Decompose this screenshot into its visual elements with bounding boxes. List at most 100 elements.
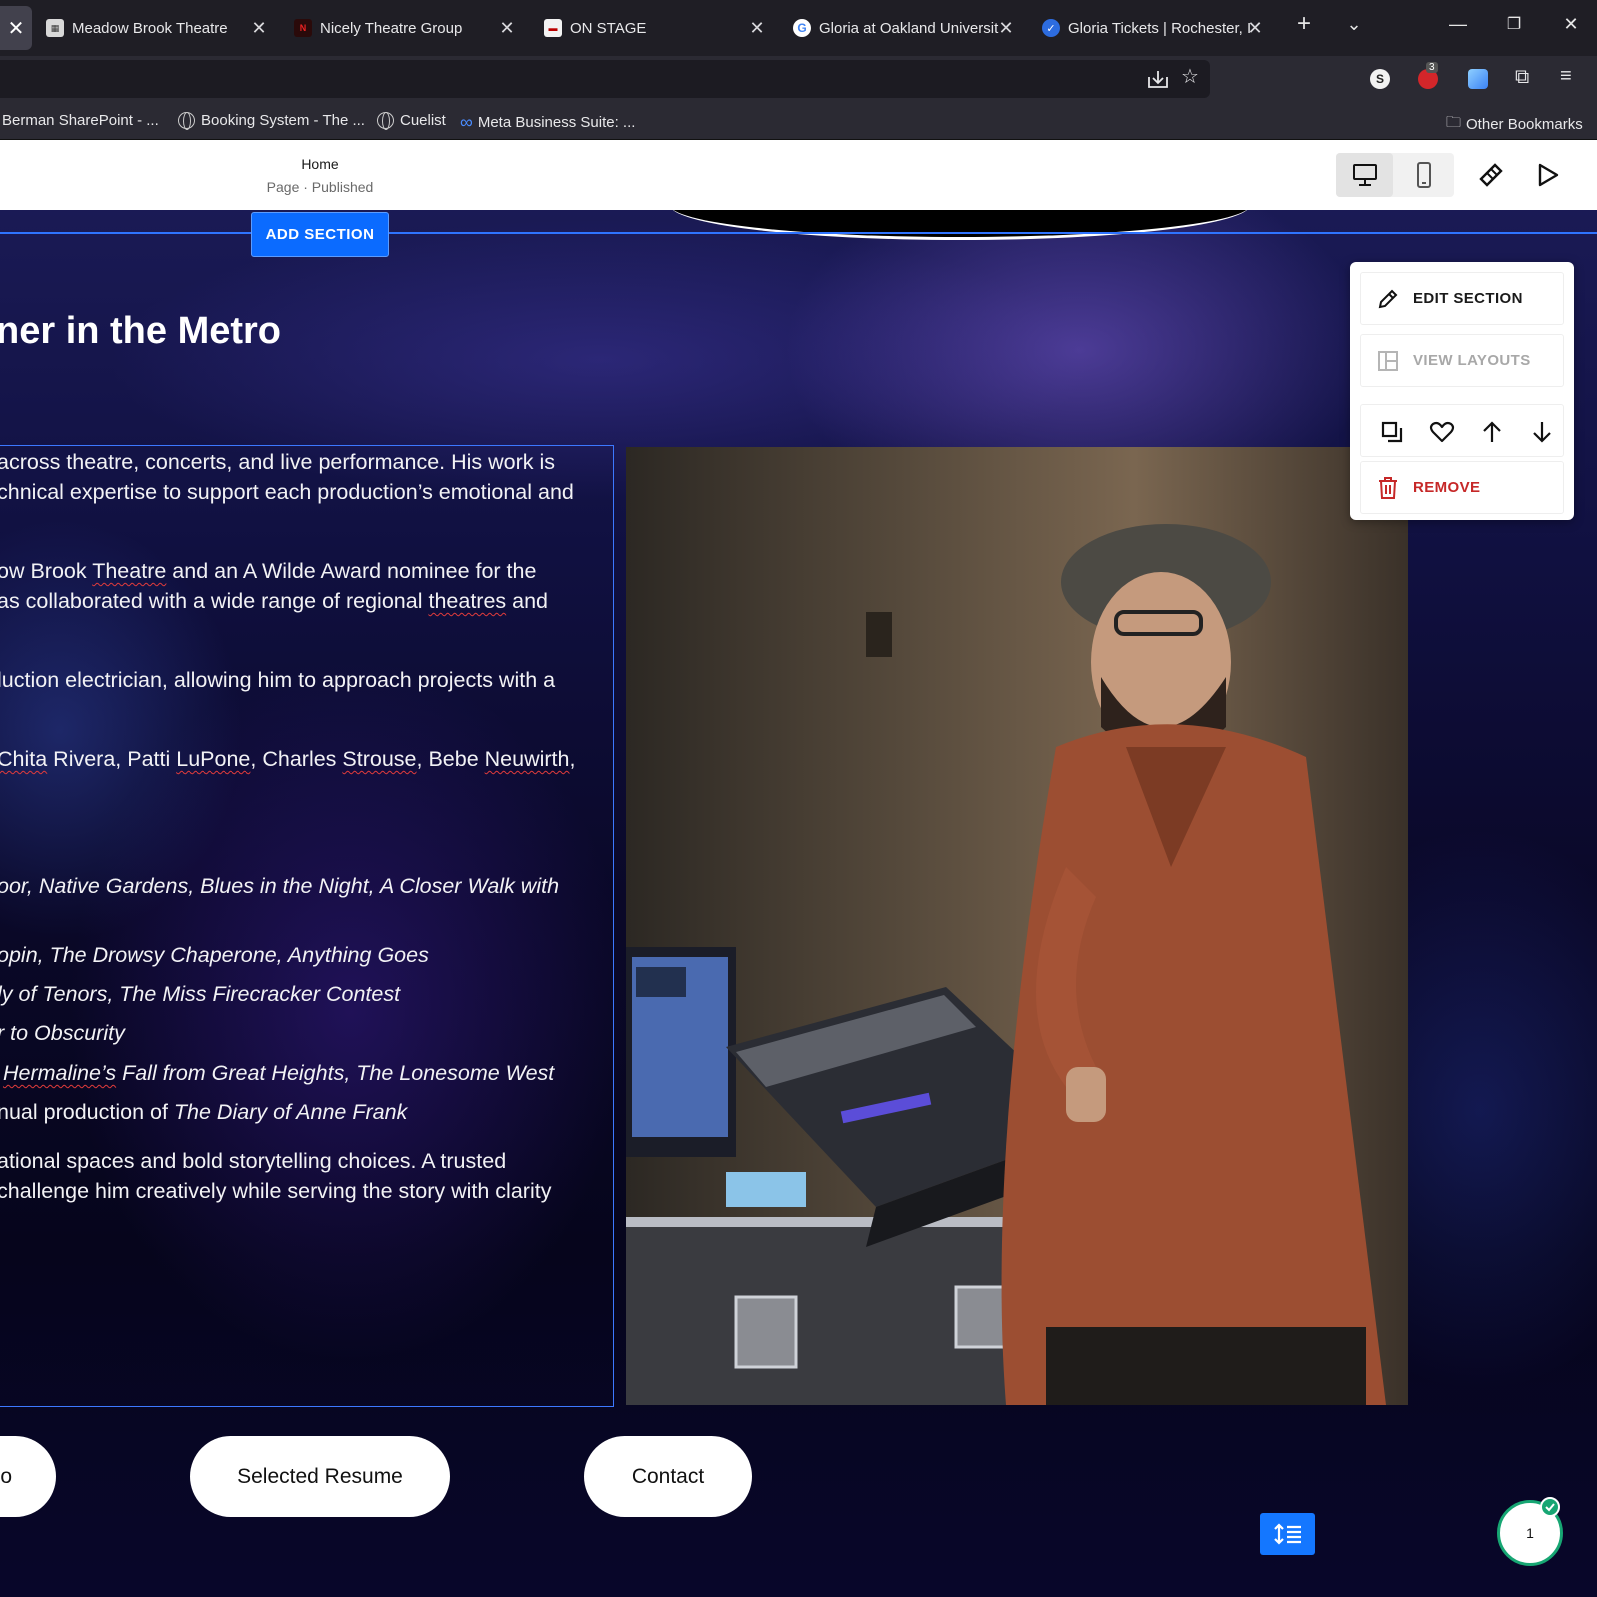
save-section-button[interactable] [1427, 417, 1457, 447]
bio-line: across theatre, concerts, and live perfo… [0, 450, 556, 474]
page-canvas: ADD SECTION ner in the Metro across thea… [0, 210, 1597, 1597]
active-tab-close-icon[interactable]: ✕ [0, 6, 32, 50]
close-icon[interactable]: ✕ [997, 18, 1015, 39]
nicely-icon: N [294, 19, 312, 37]
trash-icon [1379, 476, 1397, 499]
bio-line: chnical expertise to support each produc… [0, 480, 574, 504]
new-tab-plus-icon[interactable]: + [1290, 10, 1318, 38]
edit-section-button[interactable]: EDIT SECTION [1360, 272, 1564, 325]
arrow-down-icon [1533, 422, 1551, 443]
bookmark-label: Meta Business Suite: ... [477, 114, 636, 131]
tickets-icon: ✓ [1042, 19, 1060, 37]
section-tools-panel: EDIT SECTION VIEW LAYOUTS REMOVE [1350, 262, 1574, 520]
tab-title: Meadow Brook Theatre [72, 19, 228, 37]
bookmark-booking-system[interactable]: Booking System - The ... [178, 112, 365, 130]
tab-gloria-tickets[interactable]: ✓ Gloria Tickets | Rochester, I ✕ [1042, 6, 1264, 50]
s-extension-icon[interactable]: S [1370, 69, 1390, 89]
page-title[interactable]: Home [260, 156, 380, 172]
pencil-icon [1378, 289, 1398, 308]
globe-icon [377, 112, 394, 130]
menu-hamburger-icon[interactable]: ≡ [1560, 65, 1572, 88]
bio-line: ational spaces and bold storytelling cho… [0, 1149, 507, 1173]
close-icon[interactable]: ✕ [250, 18, 268, 39]
line-spacing-icon [1273, 1523, 1301, 1545]
browser-tab-bar: ✕ ▦ Meadow Brook Theatre ✕ N Nicely Thea… [0, 0, 1597, 56]
onstage-icon: ▬ [544, 19, 562, 37]
bookmark-meta-business[interactable]: ∞ Meta Business Suite: ... [460, 112, 635, 133]
cloud-extension-icon[interactable] [1468, 69, 1488, 89]
bio-line: oor, Native Gardens, Blues in the Night,… [0, 874, 560, 898]
tab-title: Gloria Tickets | Rochester, I [1068, 19, 1252, 37]
tab-title: ON STAGE [570, 19, 647, 37]
editor-top-bar: Home Page · Published [0, 140, 1597, 210]
view-layouts-button[interactable]: VIEW LAYOUTS [1360, 334, 1564, 387]
desktop-icon [1352, 164, 1377, 186]
browser-nav-bar: ☆ S 3 ⧉ ≡ [0, 56, 1597, 102]
bio-line: Hermaline’s Fall from Great Heights, The… [2, 1061, 555, 1085]
bio-line: challenge him creatively while serving t… [0, 1179, 552, 1203]
bio-text-block[interactable]: across theatre, concerts, and live perfo… [0, 445, 614, 1407]
close-icon[interactable]: ✕ [1246, 18, 1264, 39]
url-bar[interactable]: ☆ [0, 60, 1210, 98]
layout-icon [1378, 350, 1398, 371]
google-icon: G [793, 19, 811, 37]
bio-line: ly of Tenors, The Miss Firecracker Conte… [0, 982, 401, 1006]
selected-resume-button[interactable]: Selected Resume [190, 1436, 450, 1517]
restore-icon[interactable]: ❐ [1500, 14, 1528, 34]
remove-section-button[interactable]: REMOVE [1360, 461, 1564, 514]
line-spacing-button[interactable] [1260, 1513, 1315, 1555]
tab-list-chevron-icon[interactable]: ⌄ [1340, 14, 1368, 35]
desktop-view-button[interactable] [1336, 153, 1393, 197]
check-badge-icon [1540, 1497, 1560, 1517]
minimize-icon[interactable]: — [1444, 14, 1472, 35]
add-section-button[interactable]: ADD SECTION [251, 212, 389, 257]
section-boundary-line [0, 232, 1597, 234]
designer-photo-illustration [626, 447, 1408, 1405]
mobile-view-button[interactable] [1395, 153, 1452, 197]
move-section-down-button[interactable] [1527, 417, 1557, 447]
nav-button-partial[interactable]: o [0, 1436, 56, 1517]
tab-meadow-brook[interactable]: ▦ Meadow Brook Theatre ✕ [46, 6, 268, 50]
heart-icon [1429, 421, 1455, 443]
design-tools-button[interactable] [1473, 157, 1509, 193]
bookmarks-bar: Berman SharePoint - ... Booking System -… [0, 102, 1597, 140]
bio-line: opin, The Drowsy Chaperone, Anything Goe… [0, 943, 429, 967]
tab-nicely-theatre[interactable]: N Nicely Theatre Group ✕ [294, 6, 516, 50]
arrow-up-icon [1483, 421, 1501, 442]
duplicate-icon [1381, 421, 1403, 443]
duplicate-section-button[interactable] [1377, 417, 1407, 447]
other-bookmarks-label: Other Bookmarks [1466, 116, 1583, 133]
tab-gloria-oakland[interactable]: G Gloria at Oakland Universit ✕ [793, 6, 1015, 50]
close-icon[interactable]: ✕ [498, 18, 516, 39]
preview-button[interactable] [1530, 157, 1566, 193]
device-switch [1336, 153, 1454, 197]
mobile-icon [1416, 162, 1431, 188]
bookmark-cuelist[interactable]: Cuelist [377, 112, 446, 130]
page-status: Page · Published [266, 179, 374, 195]
globe-icon [178, 112, 195, 130]
close-icon[interactable]: ✕ [748, 18, 766, 39]
bio-line: ow Brook Theatre and an A Wilde Award no… [0, 559, 537, 583]
folder-icon: 🗀 [1446, 114, 1462, 131]
bio-line: nual production of The Diary of Anne Fra… [0, 1100, 408, 1124]
save-to-pocket-icon[interactable] [1147, 69, 1169, 89]
bookmark-sharepoint[interactable]: Berman SharePoint - ... [2, 112, 159, 129]
move-section-up-button[interactable] [1477, 417, 1507, 447]
meta-icon: ∞ [460, 112, 473, 132]
bookmark-label: Cuelist [400, 112, 446, 129]
bio-line: r to Obscurity [0, 1021, 125, 1045]
bookmark-label: Booking System - The ... [201, 112, 365, 129]
section-headline[interactable]: ner in the Metro [0, 310, 281, 353]
extensions-puzzle-icon[interactable]: ⧉ [1515, 66, 1529, 89]
other-bookmarks[interactable]: 🗀 Other Bookmarks [1446, 112, 1583, 137]
tab-on-stage[interactable]: ▬ ON STAGE ✕ [544, 6, 766, 50]
section-quick-actions [1360, 404, 1564, 457]
tab-title: Nicely Theatre Group [320, 19, 463, 37]
bookmark-star-icon[interactable]: ☆ [1181, 64, 1199, 89]
contact-button[interactable]: Contact [584, 1436, 752, 1517]
window-close-icon[interactable]: ✕ [1557, 14, 1585, 35]
bio-photo[interactable] [626, 447, 1408, 1405]
theatre-icon: ▦ [46, 19, 64, 37]
adblock-badge: 3 [1426, 62, 1438, 73]
bookmark-label: Berman SharePoint - ... [2, 112, 159, 129]
